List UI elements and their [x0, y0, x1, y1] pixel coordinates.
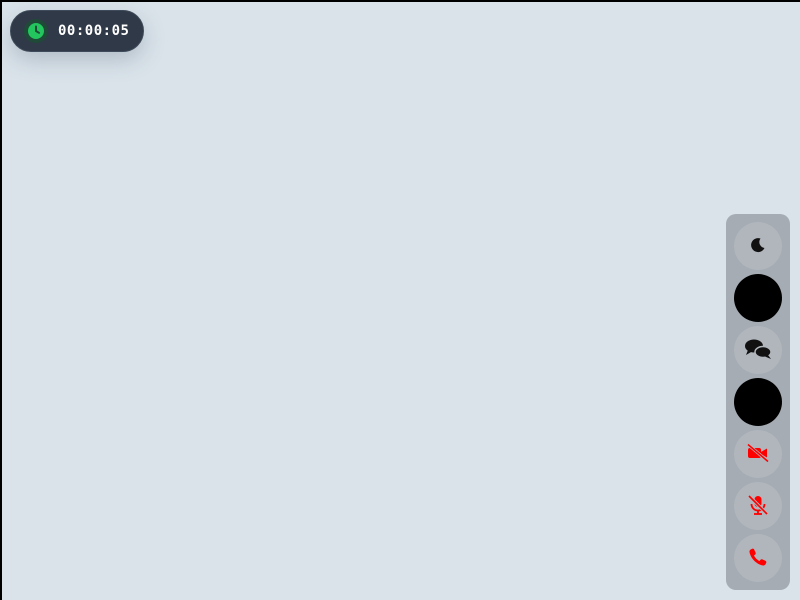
elapsed-time: 00:00:05 [58, 23, 130, 39]
chat-bubbles-icon [743, 337, 773, 364]
end-call-button[interactable] [734, 534, 782, 582]
video-off-icon [746, 442, 770, 466]
clock-icon [24, 19, 48, 43]
mic-toggle[interactable] [734, 482, 782, 530]
call-controls [726, 214, 790, 590]
dark-mode-toggle[interactable] [734, 222, 782, 270]
moon-icon [749, 236, 767, 257]
call-canvas: 00:00:05 [2, 2, 800, 600]
participant-slot-2[interactable] [734, 378, 782, 426]
chat-button[interactable] [734, 326, 782, 374]
video-toggle[interactable] [734, 430, 782, 478]
call-timer: 00:00:05 [10, 10, 144, 52]
mic-off-icon [746, 493, 770, 520]
phone-icon [748, 547, 768, 570]
participant-slot-1[interactable] [734, 274, 782, 322]
